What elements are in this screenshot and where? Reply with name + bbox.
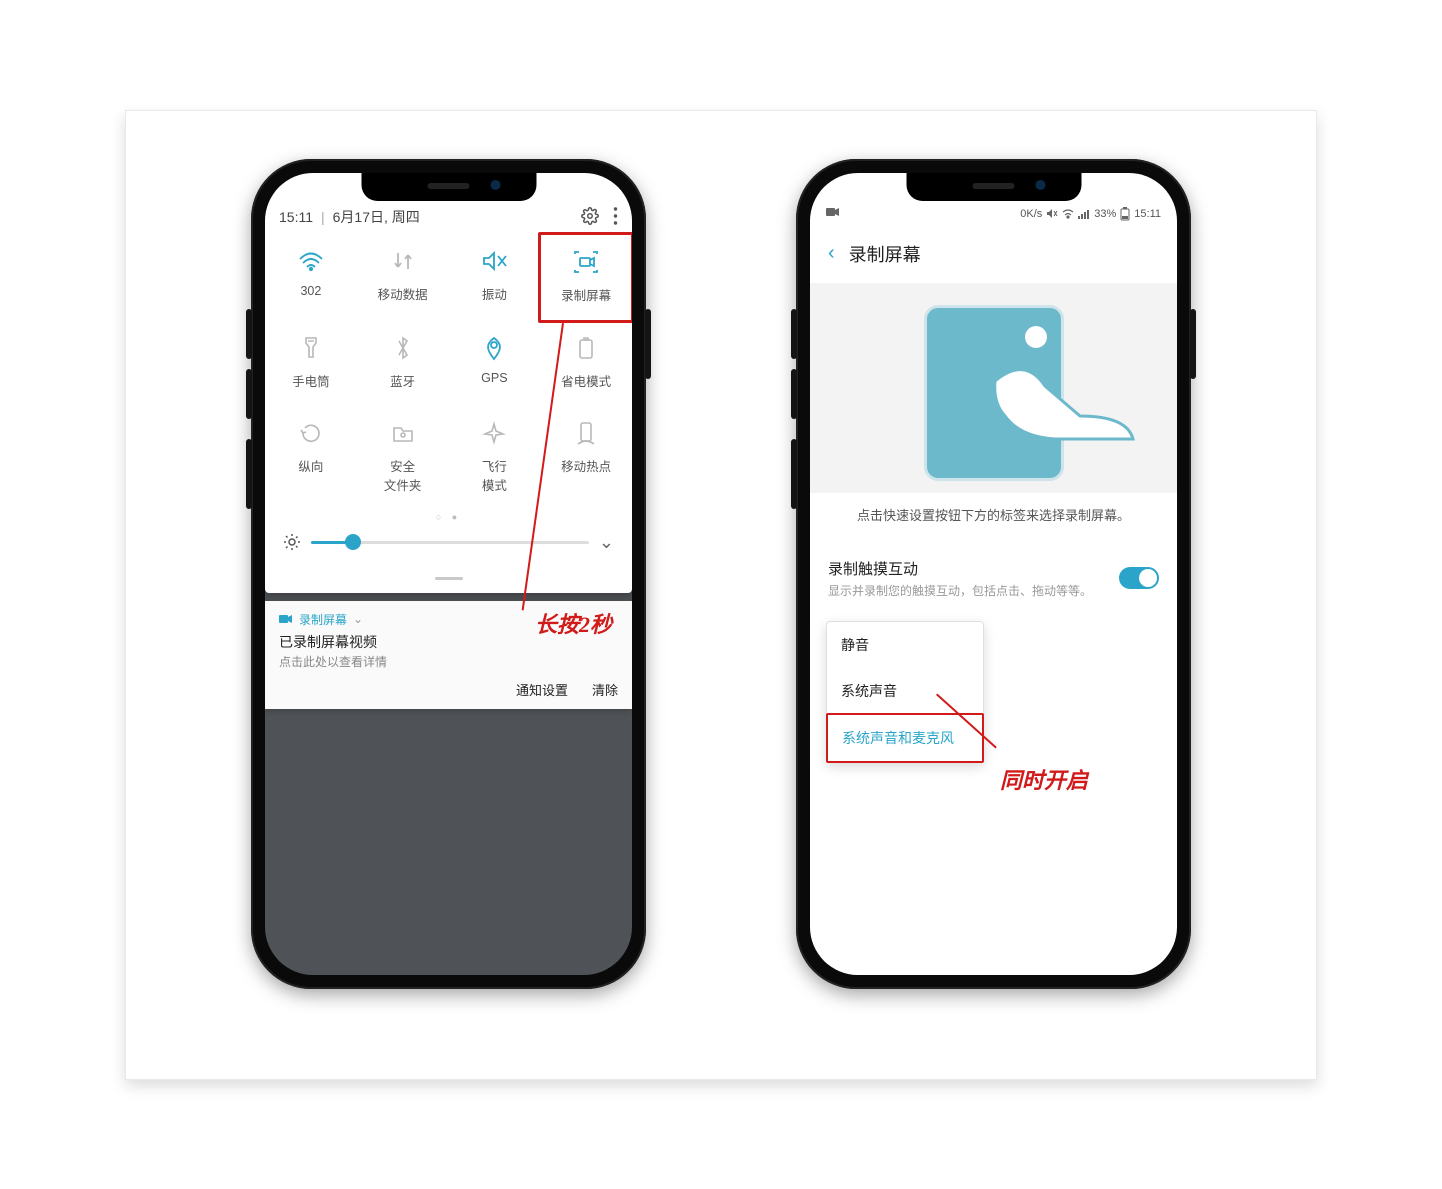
tile-hotspot[interactable]: 移动热点 [540, 406, 632, 510]
annotation-right: 同时开启 [1000, 763, 1088, 795]
back-icon[interactable]: ‹ [828, 242, 835, 265]
notif-subtitle: 点击此处以查看详情 [279, 653, 618, 670]
popup-option-system-mic[interactable]: 系统声音和麦克风 [826, 713, 984, 763]
tile-label: 移动热点 [544, 456, 628, 475]
chevron-down-icon[interactable]: ⌄ [599, 532, 614, 553]
audio-source-popup: 静音 系统声音 系统声音和麦克风 [826, 621, 984, 763]
phone-mock-right: 0K/s 33% 15:11 ‹ 录制屏幕 [796, 159, 1191, 989]
notif-title: 已录制屏幕视频 [279, 632, 618, 652]
wifi-icon [1062, 209, 1074, 219]
status-date: 6月17日, 周四 [333, 207, 420, 227]
popup-option-system[interactable]: 系统声音 [827, 668, 983, 714]
record-icon [826, 207, 840, 220]
battery-icon [1120, 207, 1130, 221]
toggle-switch[interactable] [1119, 567, 1159, 589]
tile-label: 飞行 模式 [453, 456, 537, 494]
quick-settings-panel: 15:11 | 6月17日, 周四 [265, 173, 632, 593]
tile-label: 安全 文件夹 [361, 456, 445, 494]
tile-label: 手电筒 [269, 371, 353, 390]
tile-bluetooth[interactable]: 蓝牙 [357, 321, 449, 406]
hand-icon [985, 361, 1135, 441]
drag-handle[interactable] [265, 567, 632, 593]
tile-record-screen[interactable]: 录制屏幕 [538, 232, 632, 323]
qs-tile-grid: 302 移动数据 振动 录制屏幕 [265, 234, 632, 510]
status-speed: 0K/s [1020, 208, 1042, 220]
popup-option-mute[interactable]: 静音 [827, 622, 983, 668]
tile-portrait[interactable]: 纵向 [265, 406, 357, 510]
tile-secure-folder[interactable]: 安全 文件夹 [357, 406, 449, 510]
tile-label: 省电模式 [544, 371, 628, 390]
hint-text: 点击快速设置按钮下方的标签来选择录制屏幕。 [810, 493, 1177, 546]
tile-vibrate[interactable]: 振动 [449, 234, 541, 321]
tile-battery-saver[interactable]: 省电模式 [540, 321, 632, 406]
gear-icon[interactable] [581, 207, 599, 228]
notification-card[interactable]: 录制屏幕 ⌄ 已录制屏幕视频 点击此处以查看详情 通知设置 清除 [265, 601, 632, 709]
tile-label: GPS [453, 371, 537, 385]
tile-wifi[interactable]: 302 [265, 234, 357, 321]
notif-app-name: 录制屏幕 [299, 611, 347, 628]
setting-desc: 显示并录制您的触摸互动，包括点击、拖动等等。 [828, 582, 1092, 599]
setting-title: 录制触摸互动 [828, 558, 1092, 579]
status-time: 15:11 [279, 209, 313, 225]
tile-label: 振动 [453, 284, 537, 303]
tile-label: 302 [269, 284, 353, 298]
tile-flashlight[interactable]: 手电筒 [265, 321, 357, 406]
tile-label: 纵向 [269, 456, 353, 475]
tile-gps[interactable]: GPS [449, 321, 541, 406]
tile-mobile-data[interactable]: 移动数据 [357, 234, 449, 321]
notif-settings-button[interactable]: 通知设置 [516, 680, 568, 699]
more-icon[interactable] [613, 207, 618, 228]
signal-icon [1078, 209, 1090, 219]
illustration [810, 283, 1177, 493]
record-icon [279, 614, 293, 624]
setting-touch-interaction[interactable]: 录制触摸互动 显示并录制您的触摸互动，包括点击、拖动等等。 [810, 546, 1177, 611]
page-title: 录制屏幕 [849, 241, 921, 267]
mute-icon [1046, 208, 1058, 219]
brightness-icon [283, 533, 301, 551]
tutorial-canvas: 15:11 | 6月17日, 周四 [125, 110, 1317, 1080]
brightness-slider[interactable]: ⌄ [265, 526, 632, 567]
status-clock: 15:11 [1134, 208, 1161, 220]
notif-clear-button[interactable]: 清除 [592, 680, 618, 699]
tile-label: 录制屏幕 [545, 285, 627, 304]
page-indicator: ○ ● [265, 510, 632, 526]
phone-mock-left: 15:11 | 6月17日, 周四 [251, 159, 646, 989]
status-battery-pct: 33% [1094, 208, 1116, 220]
status-bar: 0K/s 33% 15:11 [810, 203, 1177, 225]
tile-label: 移动数据 [361, 284, 445, 303]
tile-label: 蓝牙 [361, 371, 445, 390]
tile-airplane[interactable]: 飞行 模式 [449, 406, 541, 510]
